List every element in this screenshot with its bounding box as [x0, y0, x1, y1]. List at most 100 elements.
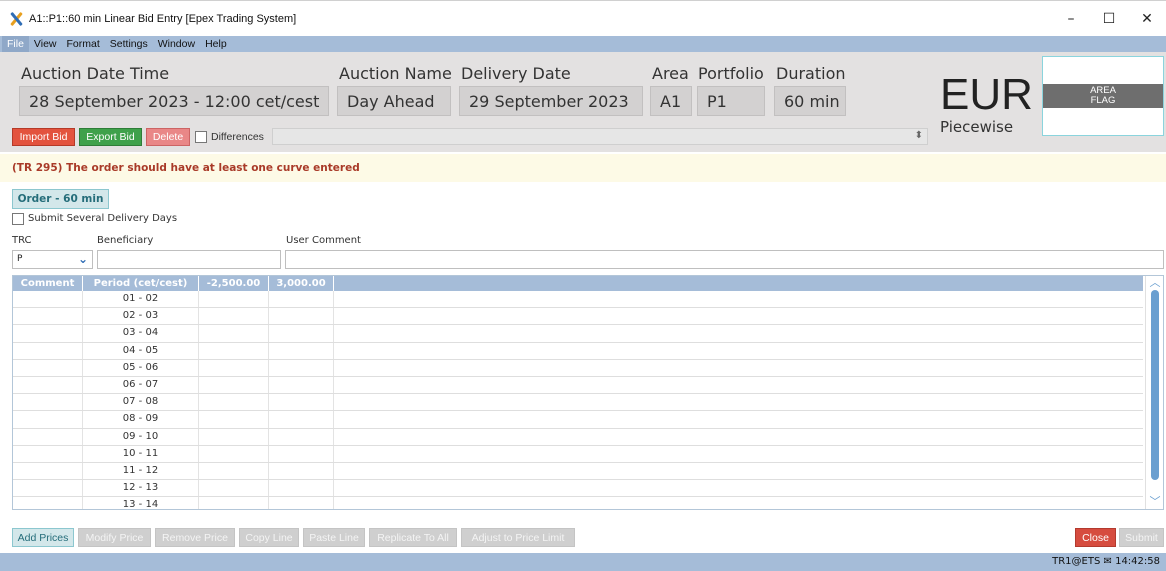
- cell-price2[interactable]: [269, 480, 334, 497]
- cell-price1[interactable]: [199, 445, 269, 462]
- cell-price2[interactable]: [269, 376, 334, 394]
- cell-price1[interactable]: [199, 394, 269, 411]
- status-info: TR1@ETS ✉ 14:42:58: [1052, 556, 1160, 567]
- table-row[interactable]: 10 - 11: [13, 445, 1143, 463]
- cell-price1[interactable]: [199, 462, 269, 480]
- order-tab[interactable]: Order - 60 min: [12, 189, 109, 209]
- grid-scrollbar[interactable]: ︿ ﹀: [1145, 276, 1163, 509]
- auction-name-label: Auction Name: [339, 64, 452, 83]
- menu-window[interactable]: Window: [153, 36, 200, 52]
- table-row[interactable]: 06 - 07: [13, 376, 1143, 395]
- beneficiary-input[interactable]: [97, 250, 281, 269]
- cell-comment[interactable]: [13, 394, 83, 411]
- cell-price2[interactable]: [269, 462, 334, 480]
- table-row[interactable]: 03 - 04: [13, 325, 1143, 343]
- maximize-button[interactable]: ☐: [1090, 1, 1128, 37]
- table-row[interactable]: 01 - 02: [13, 291, 1143, 309]
- table-row[interactable]: 11 - 12: [13, 462, 1143, 481]
- cell-comment[interactable]: [13, 342, 83, 359]
- cell-comment[interactable]: [13, 428, 83, 445]
- cell-price2[interactable]: [269, 445, 334, 462]
- cell-price1[interactable]: [199, 291, 269, 308]
- cell-price2[interactable]: [269, 308, 334, 325]
- remove-price-button[interactable]: Remove Price: [155, 528, 235, 547]
- submit-button[interactable]: Submit: [1119, 528, 1164, 547]
- minimize-button[interactable]: –: [1052, 1, 1090, 37]
- differences-select[interactable]: ⬍: [272, 128, 928, 145]
- cell-period: 09 - 10: [83, 428, 199, 445]
- table-row[interactable]: 13 - 14: [13, 497, 1143, 509]
- cell-price1[interactable]: [199, 411, 269, 428]
- adjust-to-price-limit-button[interactable]: Adjust to Price Limit: [461, 528, 575, 547]
- cell-price2[interactable]: [269, 411, 334, 428]
- cell-price2[interactable]: [269, 325, 334, 342]
- paste-line-button[interactable]: Paste Line: [303, 528, 365, 547]
- menu-file[interactable]: File: [2, 36, 29, 52]
- mail-icon[interactable]: ✉: [1104, 556, 1116, 567]
- cell-price2[interactable]: [269, 394, 334, 411]
- table-row[interactable]: 05 - 06: [13, 359, 1143, 377]
- delivery-date-label: Delivery Date: [461, 64, 571, 83]
- col-price1-header[interactable]: -2,500.00: [199, 276, 269, 291]
- cell-comment[interactable]: [13, 411, 83, 428]
- export-bid-button[interactable]: Export Bid: [79, 128, 142, 146]
- cell-price1[interactable]: [199, 428, 269, 445]
- cell-comment[interactable]: [13, 462, 83, 480]
- user-comment-input[interactable]: [285, 250, 1164, 269]
- col-period-header[interactable]: Period (cet/cest): [83, 276, 199, 291]
- cell-comment[interactable]: [13, 325, 83, 342]
- trc-select[interactable]: P ⌄: [12, 250, 93, 269]
- import-bid-button[interactable]: Import Bid: [12, 128, 75, 146]
- replicate-to-all-button[interactable]: Replicate To All: [369, 528, 457, 547]
- cell-comment[interactable]: [13, 445, 83, 462]
- cell-comment[interactable]: [13, 497, 83, 509]
- close-button[interactable]: Close: [1075, 528, 1116, 547]
- differences-checkbox[interactable]: [195, 131, 207, 143]
- modify-price-button[interactable]: Modify Price: [78, 528, 151, 547]
- price-grid: Comment Period (cet/cest) -2,500.00 3,00…: [12, 275, 1164, 510]
- menu-view[interactable]: View: [29, 36, 62, 52]
- cell-price1[interactable]: [199, 480, 269, 497]
- table-row[interactable]: 04 - 05: [13, 342, 1143, 360]
- differences-label: Differences: [211, 131, 264, 143]
- cell-price2[interactable]: [269, 359, 334, 376]
- cell-price1[interactable]: [199, 342, 269, 359]
- submit-several-days-label: Submit Several Delivery Days: [28, 213, 178, 224]
- cell-comment[interactable]: [13, 359, 83, 376]
- cell-comment[interactable]: [13, 308, 83, 325]
- table-row[interactable]: 08 - 09: [13, 411, 1143, 429]
- scroll-thumb[interactable]: [1151, 290, 1159, 480]
- col-price2-header[interactable]: 3,000.00: [269, 276, 334, 291]
- table-row[interactable]: 07 - 08: [13, 394, 1143, 412]
- cell-price1[interactable]: [199, 325, 269, 342]
- submit-several-days-checkbox[interactable]: [12, 213, 24, 225]
- cell-price2[interactable]: [269, 428, 334, 445]
- cell-price1[interactable]: [199, 376, 269, 394]
- scroll-up-icon[interactable]: ︿: [1146, 276, 1163, 290]
- cell-comment[interactable]: [13, 376, 83, 394]
- table-row[interactable]: 12 - 13: [13, 480, 1143, 498]
- menu-help[interactable]: Help: [200, 36, 232, 52]
- cell-filler: [334, 446, 1143, 462]
- cell-price2[interactable]: [269, 342, 334, 359]
- table-row[interactable]: 02 - 03: [13, 308, 1143, 326]
- menu-settings[interactable]: Settings: [105, 36, 153, 52]
- cell-price1[interactable]: [199, 308, 269, 325]
- menu-format[interactable]: Format: [62, 36, 105, 52]
- cell-price2[interactable]: [269, 291, 334, 308]
- cell-price1[interactable]: [199, 497, 269, 509]
- delete-button[interactable]: Delete: [146, 128, 190, 146]
- cell-price1[interactable]: [199, 359, 269, 376]
- cell-price2[interactable]: [269, 497, 334, 509]
- area-flag: AREA FLAG: [1042, 56, 1164, 136]
- cell-comment[interactable]: [13, 480, 83, 497]
- close-window-button[interactable]: ✕: [1128, 1, 1166, 37]
- add-prices-button[interactable]: Add Prices: [12, 528, 74, 547]
- area-flag-line2: FLAG: [1090, 95, 1116, 106]
- table-row[interactable]: 09 - 10: [13, 428, 1143, 446]
- scroll-down-icon[interactable]: ﹀: [1146, 495, 1163, 509]
- copy-line-button[interactable]: Copy Line: [239, 528, 299, 547]
- grid-header: Comment Period (cet/cest) -2,500.00 3,00…: [13, 276, 1143, 291]
- col-comment-header[interactable]: Comment: [13, 276, 83, 291]
- cell-comment[interactable]: [13, 291, 83, 308]
